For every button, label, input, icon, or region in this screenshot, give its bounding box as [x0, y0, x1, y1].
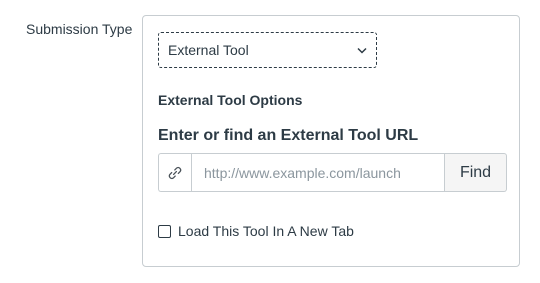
link-icon [158, 153, 191, 192]
new-tab-option[interactable]: Load This Tool In A New Tab [158, 223, 354, 239]
submission-type-panel: External Tool External Tool Options Ente… [142, 15, 520, 267]
find-button[interactable]: Find [445, 153, 507, 192]
submission-type-value: External Tool [168, 42, 249, 58]
external-tool-url-input[interactable] [191, 153, 445, 192]
new-tab-checkbox[interactable] [158, 224, 171, 238]
chevron-down-icon [357, 45, 367, 55]
external-tool-url-group: Find [158, 153, 507, 192]
submission-type-label: Submission Type [26, 21, 133, 37]
submission-type-select[interactable]: External Tool [158, 32, 377, 68]
external-tool-url-heading: Enter or find an External Tool URL [158, 127, 419, 144]
external-tool-options-heading: External Tool Options [158, 92, 303, 108]
new-tab-label: Load This Tool In A New Tab [178, 223, 354, 239]
